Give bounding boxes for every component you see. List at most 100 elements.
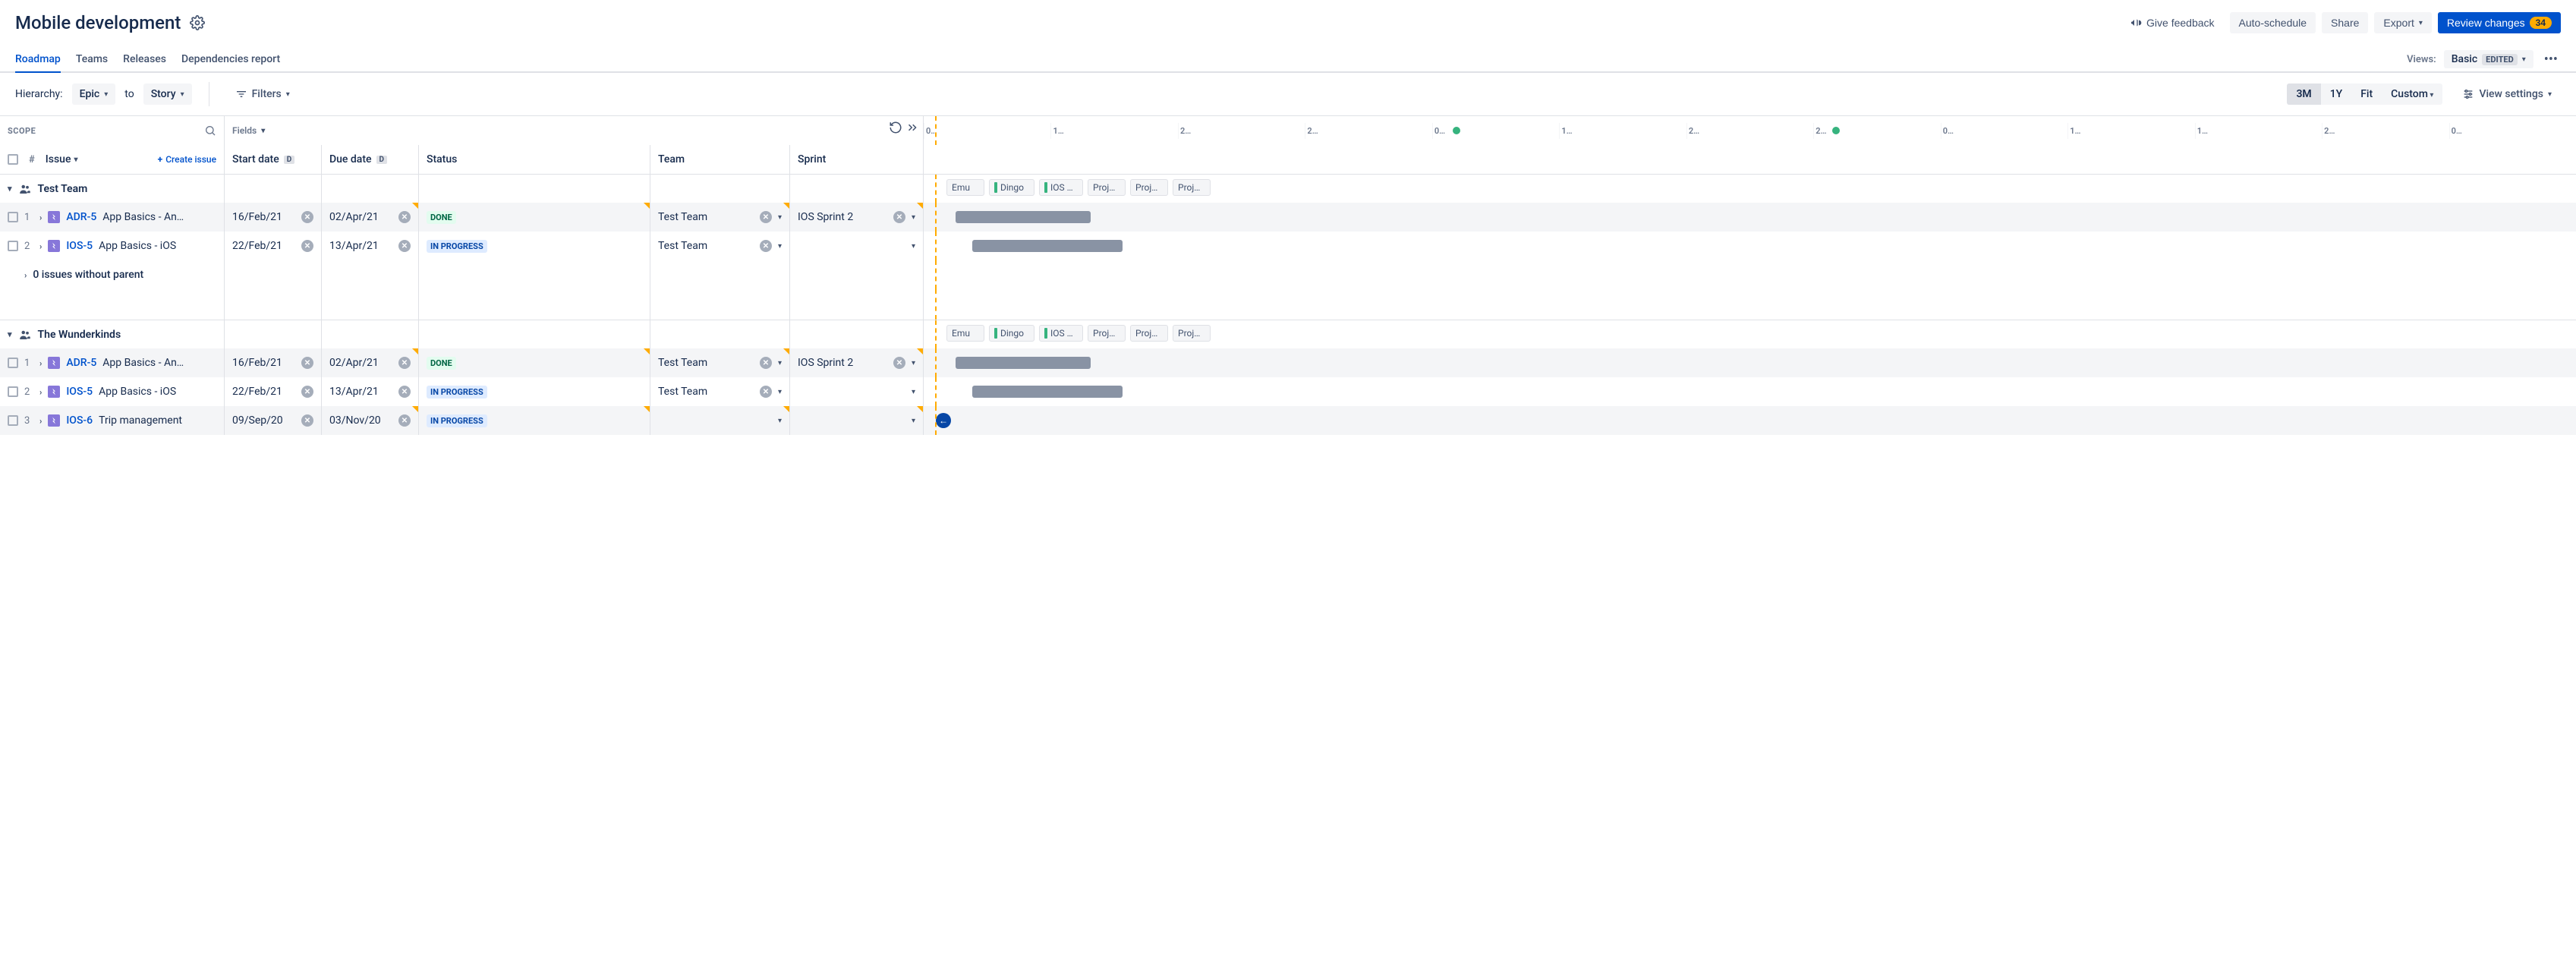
export-button[interactable]: Export ▾ xyxy=(2374,12,2432,33)
release-tag[interactable]: IOS … xyxy=(1039,179,1083,196)
issue-cell[interactable]: 2 › IOS-5 App Basics - iOS xyxy=(0,377,225,406)
more-icon[interactable]: ••• xyxy=(2541,52,2561,68)
hierarchy-to-select[interactable]: Story▾ xyxy=(143,83,192,105)
group-row[interactable]: ▾ The Wunderkinds xyxy=(0,320,225,348)
release-tag[interactable]: Emu xyxy=(946,179,984,196)
clear-icon[interactable]: ✕ xyxy=(398,414,411,427)
release-tag[interactable]: Dingo xyxy=(989,179,1034,196)
row-checkbox[interactable] xyxy=(8,241,18,251)
filters-button[interactable]: Filters ▾ xyxy=(226,83,299,105)
review-changes-button[interactable]: Review changes 34 xyxy=(2438,12,2561,33)
row-checkbox[interactable] xyxy=(8,386,18,397)
issue-key[interactable]: ADR-5 xyxy=(66,211,96,223)
clear-icon[interactable]: ✕ xyxy=(301,240,313,252)
collapse-icon[interactable] xyxy=(905,121,919,134)
chevron-down-icon[interactable]: ▾ xyxy=(778,359,782,367)
sprint-cell[interactable]: ▾ xyxy=(790,232,924,260)
start-date-cell[interactable]: 22/Feb/21✕ xyxy=(225,232,322,260)
release-tag[interactable]: Emu xyxy=(946,325,984,342)
chevron-right-icon[interactable]: › xyxy=(39,213,42,222)
issue-cell[interactable]: 3 › IOS-6 Trip management xyxy=(0,406,225,435)
clear-icon[interactable]: ✕ xyxy=(893,357,905,369)
group-row[interactable]: ▾ Test Team xyxy=(0,174,225,203)
due-date-cell[interactable]: 03/Nov/20✕ xyxy=(322,406,419,435)
clear-icon[interactable]: ✕ xyxy=(760,386,772,398)
start-date-cell[interactable]: 16/Feb/21✕ xyxy=(225,203,322,232)
fields-header[interactable]: Fields ▾ xyxy=(225,116,924,145)
clear-icon[interactable]: ✕ xyxy=(760,240,772,252)
team-cell[interactable]: Test Team✕ ▾ xyxy=(650,348,790,377)
sprint-cell[interactable]: ▾ xyxy=(790,377,924,406)
row-checkbox[interactable] xyxy=(8,415,18,426)
search-icon[interactable] xyxy=(204,124,216,137)
team-cell[interactable]: Test Team✕ ▾ xyxy=(650,203,790,232)
chevron-down-icon[interactable]: ▾ xyxy=(912,242,915,250)
chevron-down-icon[interactable]: ▾ xyxy=(912,359,915,367)
due-date-cell[interactable]: 02/Apr/21✕ xyxy=(322,348,419,377)
sprint-cell[interactable]: IOS Sprint 2✕ ▾ xyxy=(790,203,924,232)
status-cell[interactable]: DONE xyxy=(419,203,650,232)
release-tag[interactable]: Proj… xyxy=(1130,179,1168,196)
start-date-cell[interactable]: 22/Feb/21✕ xyxy=(225,377,322,406)
tab-dependencies-report[interactable]: Dependencies report xyxy=(181,47,280,73)
view-selector[interactable]: Basic EDITED ▾ xyxy=(2444,50,2533,68)
clear-icon[interactable]: ✕ xyxy=(301,211,313,223)
issue-cell[interactable]: 1 › ADR-5 App Basics - An… xyxy=(0,348,225,377)
tab-teams[interactable]: Teams xyxy=(76,47,108,73)
timeline-bar[interactable] xyxy=(956,357,1091,369)
chevron-down-icon[interactable]: ▾ xyxy=(778,388,782,396)
scroll-left-icon[interactable]: ← xyxy=(936,413,951,428)
zoom-custom[interactable]: Custom ▾ xyxy=(2382,83,2442,105)
share-button[interactable]: Share xyxy=(2322,12,2368,33)
no-parent-row[interactable]: › 0 issues without parent xyxy=(0,260,225,289)
hierarchy-from-select[interactable]: Epic▾ xyxy=(72,83,116,105)
team-cell[interactable]: Test Team✕ ▾ xyxy=(650,377,790,406)
tab-roadmap[interactable]: Roadmap xyxy=(15,47,61,73)
timeline-bar[interactable] xyxy=(972,240,1123,252)
clear-icon[interactable]: ✕ xyxy=(301,386,313,398)
due-date-cell[interactable]: 02/Apr/21✕ xyxy=(322,203,419,232)
team-cell[interactable]: Test Team✕ ▾ xyxy=(650,232,790,260)
zoom-1y[interactable]: 1Y xyxy=(2321,83,2352,105)
due-date-cell[interactable]: 13/Apr/21✕ xyxy=(322,232,419,260)
issue-key[interactable]: IOS-6 xyxy=(66,414,93,427)
issue-header-sort[interactable]: Issue ▾ xyxy=(46,153,78,165)
chevron-down-icon[interactable]: ▾ xyxy=(912,213,915,222)
due-date-cell[interactable]: 13/Apr/21✕ xyxy=(322,377,419,406)
clear-icon[interactable]: ✕ xyxy=(301,414,313,427)
chevron-down-icon[interactable]: ▾ xyxy=(912,388,915,396)
view-settings-button[interactable]: View settings ▾ xyxy=(2453,83,2561,105)
clear-icon[interactable]: ✕ xyxy=(398,357,411,369)
chevron-down-icon[interactable]: ▾ xyxy=(8,184,12,194)
issue-key[interactable]: ADR-5 xyxy=(66,357,96,369)
row-checkbox[interactable] xyxy=(8,212,18,222)
gear-icon[interactable] xyxy=(190,15,205,30)
chevron-down-icon[interactable]: ▾ xyxy=(778,213,782,222)
give-feedback-button[interactable]: Give feedback xyxy=(2121,12,2224,33)
issue-key[interactable]: IOS-5 xyxy=(66,240,93,252)
start-date-cell[interactable]: 09/Sep/20✕ xyxy=(225,406,322,435)
release-tag[interactable]: Proj… xyxy=(1088,179,1126,196)
clear-icon[interactable]: ✕ xyxy=(398,240,411,252)
clear-icon[interactable]: ✕ xyxy=(893,211,905,223)
chevron-right-icon[interactable]: › xyxy=(39,387,42,397)
timeline-bar[interactable] xyxy=(972,386,1123,398)
tab-releases[interactable]: Releases xyxy=(123,47,166,73)
chevron-down-icon[interactable]: ▾ xyxy=(8,329,12,339)
issue-cell[interactable]: 2 › IOS-5 App Basics - iOS xyxy=(0,232,225,260)
status-cell[interactable]: IN PROGRESS xyxy=(419,377,650,406)
status-cell[interactable]: IN PROGRESS xyxy=(419,232,650,260)
clear-icon[interactable]: ✕ xyxy=(760,211,772,223)
release-tag[interactable]: Proj… xyxy=(1173,179,1211,196)
release-tag[interactable]: Proj… xyxy=(1088,325,1126,342)
chevron-down-icon[interactable]: ▾ xyxy=(912,417,915,425)
sprint-cell[interactable]: IOS Sprint 2✕ ▾ xyxy=(790,348,924,377)
chevron-right-icon[interactable]: › xyxy=(24,270,27,280)
timeline-bar[interactable] xyxy=(956,211,1091,223)
issue-cell[interactable]: 1 › ADR-5 App Basics - An… xyxy=(0,203,225,232)
clear-icon[interactable]: ✕ xyxy=(398,386,411,398)
clear-icon[interactable]: ✕ xyxy=(301,357,313,369)
clear-icon[interactable]: ✕ xyxy=(760,357,772,369)
release-tag[interactable]: Dingo xyxy=(989,325,1034,342)
chevron-down-icon[interactable]: ▾ xyxy=(778,417,782,425)
